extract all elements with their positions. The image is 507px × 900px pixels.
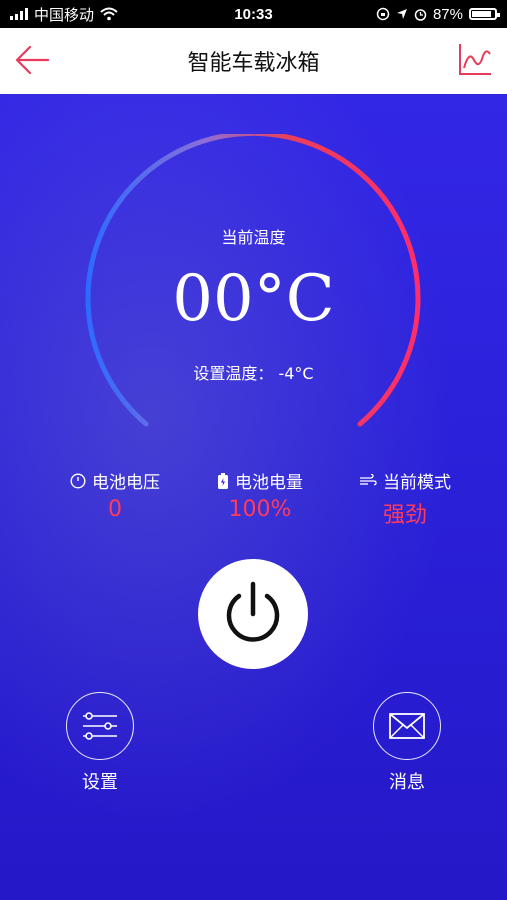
back-button[interactable] <box>12 42 52 78</box>
stat-battery-value: 100% <box>228 497 292 522</box>
signal-icon <box>10 8 28 20</box>
stat-voltage-head: 电池电压 <box>50 468 180 493</box>
set-temp-label: 设置温度： -4°C <box>193 364 314 383</box>
carrier-label: 中国移动 <box>34 6 95 24</box>
stat-voltage-label: 电池电压 <box>92 473 160 493</box>
settings-icon-circle <box>66 692 134 760</box>
message-label: 消息 <box>389 772 425 793</box>
alarm-icon <box>414 8 427 21</box>
battery-percent: 87% <box>432 5 463 23</box>
chart-button[interactable] <box>457 42 493 78</box>
rotation-lock-icon <box>376 7 390 21</box>
arrow-left-icon <box>15 45 50 75</box>
stats-row: 电池电压 0 电池电量 100% 当前模式 强劲 <box>50 468 470 529</box>
settings-button[interactable]: 设置 <box>65 692 135 794</box>
line-chart-icon <box>459 44 491 75</box>
stat-battery: 电池电量 100% <box>195 468 325 529</box>
battery-icon <box>469 8 500 20</box>
stat-voltage: 电池电压 0 <box>50 468 180 529</box>
stat-mode-value: 强劲 <box>382 503 427 528</box>
power-button[interactable] <box>198 559 308 669</box>
stat-mode-head: 当前模式 <box>340 468 470 493</box>
page-title: 智能车载冰箱 <box>187 51 320 76</box>
status-bar: 中国移动 10:33 87% <box>0 0 507 28</box>
stat-mode-label: 当前模式 <box>383 473 451 493</box>
current-temp-label: 当前温度 <box>221 228 286 247</box>
status-right: 87% <box>376 5 500 23</box>
power-icon <box>226 581 280 642</box>
location-icon <box>396 9 407 19</box>
wind-icon <box>360 473 377 485</box>
status-time: 10:33 <box>234 5 273 23</box>
message-button[interactable]: 消息 <box>372 692 442 794</box>
clock-icon <box>70 472 86 489</box>
nav-bar: 智能车载冰箱 <box>0 28 507 94</box>
stat-mode: 当前模式 强劲 <box>340 468 470 529</box>
message-icon-circle <box>373 692 441 760</box>
battery-icon <box>218 472 228 489</box>
status-left: 中国移动 <box>10 4 118 25</box>
stat-voltage-value: 0 <box>108 497 122 522</box>
stat-battery-label: 电池电量 <box>235 473 303 493</box>
settings-label: 设置 <box>82 772 118 793</box>
mail-icon <box>389 713 425 739</box>
wifi-icon <box>100 7 118 21</box>
sliders-icon <box>83 712 117 740</box>
main-panel: 当前温度 00°C 设置温度： -4°C 电池电压 0 电池电量 100% 当前… <box>0 94 507 900</box>
stat-battery-head: 电池电量 <box>195 468 325 493</box>
current-temp-value: 00°C <box>172 262 335 336</box>
